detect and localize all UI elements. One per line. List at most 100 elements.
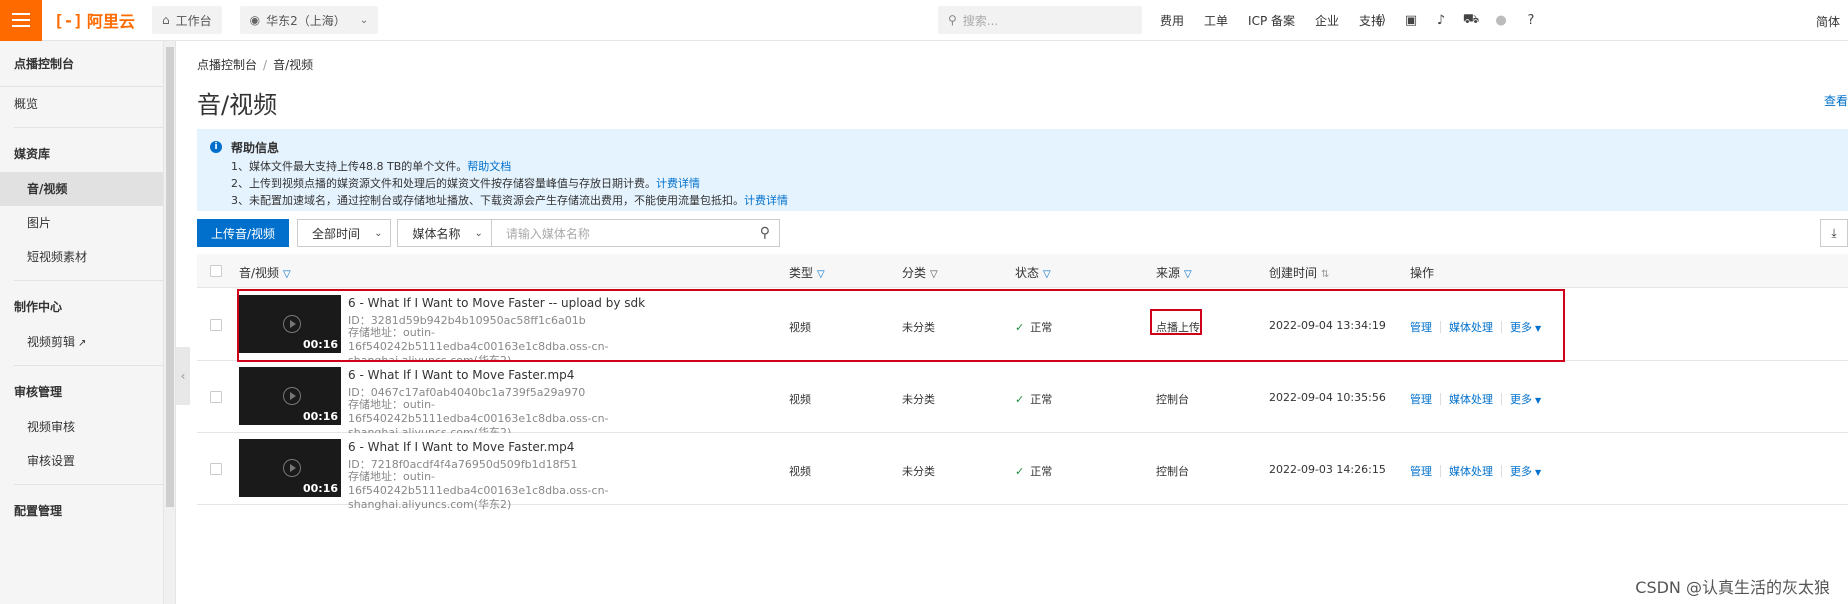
view-link[interactable]: 查看 xyxy=(1824,92,1848,109)
cell-source: 控制台 xyxy=(1156,393,1189,406)
storage-path: 存储地址：outin-16f540242b5111edba4c00163e1c8… xyxy=(348,470,609,511)
help-line-text: 3、未配置加速域名，通过控制台或存储地址播放、下载资源会产生存储流出费用，不能使… xyxy=(231,194,744,207)
action-separator xyxy=(1501,465,1502,477)
help-docs-link[interactable]: 帮助文档 xyxy=(467,160,511,173)
collapse-sidebar-button[interactable]: ‹ xyxy=(176,347,190,405)
cell-category: 未分类 xyxy=(902,465,935,478)
media-title[interactable]: 6 - What If I Want to Move Faster.mp4 xyxy=(348,368,574,382)
sidebar-item-review-settings[interactable]: 审核设置 xyxy=(0,444,163,478)
download-button[interactable]: ⤓ xyxy=(1820,219,1848,247)
manage-link[interactable]: 管理 xyxy=(1410,463,1432,479)
language-switch[interactable]: 简体 xyxy=(1816,13,1840,30)
media-process-link[interactable]: 媒体处理 xyxy=(1449,463,1493,479)
filter-icon[interactable]: ▽ xyxy=(283,269,291,280)
breadcrumb: 点播控制台 / 音/视频 xyxy=(197,56,313,73)
filter-icon[interactable]: ▽ xyxy=(1184,269,1192,280)
help-panel: i 帮助信息 1、媒体文件最大支持上传48.8 TB的单个文件。帮助文档 2、上… xyxy=(197,129,1848,211)
chevron-down-icon: ⌄ xyxy=(474,227,483,239)
sidebar-title: 点播控制台 xyxy=(0,41,163,87)
global-search-input[interactable]: ⚲ 搜索... xyxy=(938,6,1142,34)
cell-category: 未分类 xyxy=(902,393,935,406)
caret-down-icon: ▼ xyxy=(1535,468,1542,477)
sidebar-divider xyxy=(14,365,163,366)
caret-down-icon: ▼ xyxy=(1535,396,1542,405)
sidebar-item-video-review[interactable]: 视频审核 xyxy=(0,410,163,444)
sidebar-item-overview[interactable]: 概览 xyxy=(0,87,163,121)
top-navigation-bar: [-] 阿里云 ⌂ 工作台 ◉ 华东2（上海） ⌄ xyxy=(0,0,1848,41)
more-dropdown[interactable]: 更多 ▼ xyxy=(1510,463,1541,479)
logo-mark: [-] xyxy=(54,10,83,30)
cell-status: ✓ 正常 xyxy=(1015,391,1052,407)
field-filter-select[interactable]: 媒体名称 ⌄ xyxy=(397,219,492,247)
lightbulb-icon[interactable]: ● xyxy=(1486,13,1516,28)
external-link-icon: ↗ xyxy=(78,338,87,349)
billing-details-link[interactable]: 计费详情 xyxy=(656,177,700,190)
link-icp[interactable]: ICP 备案 xyxy=(1248,12,1295,29)
help-line-text: 1、媒体文件最大支持上传48.8 TB的单个文件。 xyxy=(231,160,468,173)
search-icon: ⚲ xyxy=(948,13,957,27)
sidebar-item-video-editing[interactable]: 视频剪辑 ↗ xyxy=(0,325,163,359)
header-label: 状态 xyxy=(1015,266,1040,280)
help-icon[interactable]: ? xyxy=(1516,13,1546,28)
select-all-checkbox[interactable] xyxy=(210,265,222,277)
billing-details-link[interactable]: 计费详情 xyxy=(744,194,788,207)
sidebar-scrollbar[interactable] xyxy=(164,41,176,604)
video-thumbnail[interactable]: 00:16 xyxy=(239,439,341,497)
help-line-1: 1、媒体文件最大支持上传48.8 TB的单个文件。帮助文档 xyxy=(231,158,511,174)
link-billing[interactable]: 费用 xyxy=(1160,12,1184,29)
aliyun-logo[interactable]: [-] 阿里云 xyxy=(54,8,144,32)
row-actions: 管理 媒体处理 更多 ▼ xyxy=(1410,463,1541,479)
scrollbar-thumb[interactable] xyxy=(166,47,174,507)
sidebar-item-audio-video[interactable]: 音/视频 xyxy=(0,172,163,206)
row-checkbox[interactable] xyxy=(210,319,222,331)
upload-media-button[interactable]: 上传音/视频 xyxy=(197,219,290,247)
sort-icon[interactable]: ⇅ xyxy=(1321,269,1329,280)
more-label: 更多 xyxy=(1510,465,1532,478)
watermark: CSDN @认真生活的灰太狼 xyxy=(1635,578,1830,597)
header-type: 类型 ▽ xyxy=(789,264,825,281)
filter-icon[interactable]: ▽ xyxy=(930,269,938,280)
header-category: 分类 ▽ xyxy=(902,264,938,281)
video-thumbnail[interactable]: 00:16 xyxy=(239,367,341,425)
logo-text: 阿里云 xyxy=(86,12,135,31)
header-label: 分类 xyxy=(902,266,927,280)
status-label: 正常 xyxy=(1030,465,1053,478)
hamburger-menu-button[interactable] xyxy=(0,0,42,41)
sidebar-item-images[interactable]: 图片 xyxy=(0,206,163,240)
manage-link[interactable]: 管理 xyxy=(1410,391,1432,407)
table-header: 音/视频 ▽ 类型 ▽ 分类 ▽ 状态 ▽ 来源 ▽ 创建时间 ⇅ 操作 xyxy=(197,254,1848,288)
region-selector[interactable]: ◉ 华东2（上海） ⌄ xyxy=(239,6,379,34)
terminal-icon[interactable]: ▣ xyxy=(1396,13,1426,28)
sidebar-divider xyxy=(14,484,163,485)
page-title: 音/视频 xyxy=(197,91,278,119)
link-enterprise[interactable]: 企业 xyxy=(1315,12,1339,29)
code-icon[interactable]: ⟨⟩ xyxy=(1366,13,1396,28)
header-status: 状态 ▽ xyxy=(1015,264,1051,281)
duration: 00:16 xyxy=(302,410,338,423)
row-checkbox[interactable] xyxy=(210,463,222,475)
filter-icon[interactable]: ▽ xyxy=(1043,269,1051,280)
action-separator xyxy=(1440,465,1441,477)
sidebar-item-short-video[interactable]: 短视频素材 xyxy=(0,240,163,274)
link-tickets[interactable]: 工单 xyxy=(1204,12,1228,29)
media-search-input[interactable]: 请输入媒体名称 ⚲ xyxy=(491,219,780,247)
header-media: 音/视频 ▽ xyxy=(239,264,291,281)
status-label: 正常 xyxy=(1030,393,1053,406)
filter-icon[interactable]: ▽ xyxy=(817,269,825,280)
media-title[interactable]: 6 - What If I Want to Move Faster.mp4 xyxy=(348,440,574,454)
cart-icon[interactable]: ⛟ xyxy=(1456,12,1486,29)
search-icon[interactable]: ⚲ xyxy=(751,225,779,241)
check-icon: ✓ xyxy=(1015,393,1025,406)
sidebar-group-media: 媒资库 xyxy=(14,147,51,161)
table-row[interactable]: 00:16 6 - What If I Want to Move Faster.… xyxy=(197,361,1848,439)
media-process-link[interactable]: 媒体处理 xyxy=(1449,391,1493,407)
help-line-3: 3、未配置加速域名，通过控制台或存储地址播放、下载资源会产生存储流出费用，不能使… xyxy=(231,192,788,208)
row-checkbox[interactable] xyxy=(210,391,222,403)
breadcrumb-console[interactable]: 点播控制台 xyxy=(197,58,257,72)
time-filter-select[interactable]: 全部时间 ⌄ xyxy=(297,219,392,247)
workbench-button[interactable]: ⌂ 工作台 xyxy=(152,6,222,34)
bell-icon[interactable]: ♪ xyxy=(1426,13,1456,28)
table-row[interactable]: 00:16 6 - What If I Want to Move Faster.… xyxy=(197,433,1848,511)
cell-source: 控制台 xyxy=(1156,465,1189,478)
more-dropdown[interactable]: 更多 ▼ xyxy=(1510,391,1541,407)
